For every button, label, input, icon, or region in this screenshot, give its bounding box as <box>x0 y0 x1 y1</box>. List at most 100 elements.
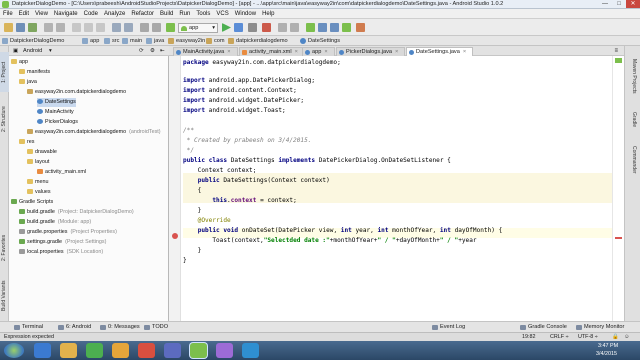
breadcrumb-com[interactable]: com <box>206 37 225 45</box>
menu-analyze[interactable]: Analyze <box>101 9 128 19</box>
menu-build[interactable]: Build <box>157 9 176 19</box>
avd-manager-icon[interactable] <box>318 23 327 32</box>
tree-item[interactable]: values <box>27 188 51 197</box>
recorder-icon[interactable] <box>216 343 233 358</box>
tree-item[interactable]: java <box>19 78 37 87</box>
tree-item[interactable]: MainActivity <box>37 108 74 117</box>
maximize-button[interactable]: □ <box>612 0 626 8</box>
close-tab-icon[interactable]: × <box>295 49 298 55</box>
menu-tools[interactable]: Tools <box>193 9 213 19</box>
make-project-icon[interactable] <box>166 23 175 32</box>
sync-icon[interactable]: ⟳ <box>139 46 144 56</box>
firefox-icon[interactable] <box>112 343 129 358</box>
tree-item[interactable]: gradle.properties (Project Properties) <box>19 228 117 237</box>
tree-item[interactable]: build.gradle (Module: app) <box>19 218 91 227</box>
gradle-sync-icon[interactable] <box>306 23 315 32</box>
chrome-icon[interactable] <box>138 343 155 358</box>
paste-icon[interactable] <box>96 23 105 32</box>
breadcrumb-easyway2in[interactable]: easyway2in <box>168 37 205 45</box>
save-icon[interactable] <box>16 23 25 32</box>
inspection-ok-icon[interactable] <box>615 58 622 63</box>
tool-tab-gradle[interactable]: Gradle <box>628 106 638 134</box>
tool-tab-maven[interactable]: Maven Projects <box>628 52 638 100</box>
breadcrumb-main[interactable]: main <box>122 37 142 45</box>
debug-icon[interactable] <box>234 23 243 32</box>
code-area[interactable]: package easyway2in.com.datpickerdialogde… <box>183 56 613 321</box>
forward-icon[interactable] <box>152 23 161 32</box>
override-marker-icon[interactable] <box>172 233 178 239</box>
run-icon[interactable] <box>222 23 231 32</box>
breadcrumb-java[interactable]: java <box>146 37 164 45</box>
tree-item[interactable]: easyway2in.com.datpickerdialogdemo (andro… <box>27 128 161 137</box>
close-tab-icon[interactable]: × <box>463 49 466 55</box>
android-studio-taskbar-icon[interactable] <box>190 343 207 358</box>
menu-vcs[interactable]: VCS <box>213 9 231 19</box>
redo-icon[interactable] <box>56 23 65 32</box>
clock-date[interactable]: 3/4/2015 <box>596 351 617 357</box>
menu-run[interactable]: Run <box>176 9 193 19</box>
breadcrumb-src[interactable]: src <box>104 37 119 45</box>
app-icon[interactable] <box>242 343 259 358</box>
tree-item[interactable]: layout <box>27 158 49 167</box>
breadcrumb-package[interactable]: datpickerdialogdemo <box>228 37 288 45</box>
project-structure-icon[interactable] <box>290 23 299 32</box>
copy-icon[interactable] <box>84 23 93 32</box>
tab-datesettings[interactable]: DateSettings.java × <box>406 47 474 56</box>
tree-item[interactable]: app <box>11 58 28 67</box>
editor-gutter[interactable] <box>169 56 181 321</box>
chevron-down-icon[interactable]: ▾ <box>49 46 52 56</box>
close-tab-icon[interactable]: × <box>395 49 398 55</box>
settings-icon[interactable] <box>278 23 287 32</box>
tree-item[interactable]: DateSettings <box>37 98 76 107</box>
close-tab-icon[interactable]: × <box>227 49 230 55</box>
help-icon[interactable] <box>356 23 365 32</box>
tree-item[interactable]: res <box>19 138 35 147</box>
tree-item[interactable]: Gradle Scripts <box>11 198 53 207</box>
gear-icon[interactable]: ⚙ <box>150 46 155 56</box>
undo-icon[interactable] <box>44 23 53 32</box>
menu-code[interactable]: Code <box>81 9 101 19</box>
breadcrumb-app[interactable]: app <box>82 37 99 45</box>
menu-refactor[interactable]: Refactor <box>128 9 157 19</box>
clock-time[interactable]: 3:47 PM <box>598 343 618 349</box>
ie-icon[interactable] <box>34 343 51 358</box>
tree-item[interactable]: easyway2in.com.datpickerdialogdemo <box>27 88 126 97</box>
tool-tab-commander[interactable]: Commander <box>628 140 638 180</box>
close-tab-icon[interactable]: × <box>324 49 327 55</box>
tree-item[interactable]: PickerDialogs <box>37 118 78 127</box>
tree-item[interactable]: drawable <box>27 148 57 157</box>
tree-item[interactable]: build.gradle (Project: DatpickerDialogDem… <box>19 208 134 217</box>
cut-icon[interactable] <box>72 23 81 32</box>
tree-item[interactable]: activity_main.xml <box>37 168 86 177</box>
menu-view[interactable]: View <box>32 9 51 19</box>
menu-help[interactable]: Help <box>259 9 277 19</box>
menu-file[interactable]: File <box>0 9 16 19</box>
monitor-icon[interactable] <box>342 23 351 32</box>
tab-mainactivity[interactable]: MainActivity.java × <box>173 47 238 56</box>
run-config-select[interactable]: app ▾ <box>178 23 218 33</box>
sdk-manager-icon[interactable] <box>330 23 339 32</box>
error-stripe-marker[interactable] <box>615 237 622 239</box>
explorer-icon[interactable] <box>60 343 77 358</box>
tab-app-gradle[interactable]: app × <box>302 47 335 56</box>
project-view-selector[interactable]: Android <box>23 46 42 56</box>
tab-activity-main-xml[interactable]: activity_main.xml × <box>239 47 305 56</box>
tree-item[interactable]: settings.gradle (Project Settings) <box>19 238 106 247</box>
tab-pickerdialogs[interactable]: PickerDialogs.java × <box>336 47 406 56</box>
back-icon[interactable] <box>140 23 149 32</box>
tree-item[interactable]: menu <box>27 178 49 187</box>
find-icon[interactable] <box>112 23 121 32</box>
tree-item[interactable]: manifests <box>19 68 50 77</box>
attach-debugger-icon[interactable] <box>248 23 257 32</box>
tool-tab-favorites[interactable]: 2: Favorites <box>0 226 9 270</box>
menu-edit[interactable]: Edit <box>16 9 32 19</box>
breadcrumb-class[interactable]: DateSettings <box>300 37 340 45</box>
tab-overflow-icon[interactable]: ≡ <box>614 46 618 56</box>
media-icon[interactable] <box>86 343 103 358</box>
sync-icon[interactable] <box>28 23 37 32</box>
open-folder-icon[interactable] <box>4 23 13 32</box>
stop-icon[interactable] <box>262 23 271 32</box>
menu-navigate[interactable]: Navigate <box>51 9 81 19</box>
replace-icon[interactable] <box>124 23 133 32</box>
tool-tab-structure[interactable]: 2: Structure <box>0 96 9 142</box>
